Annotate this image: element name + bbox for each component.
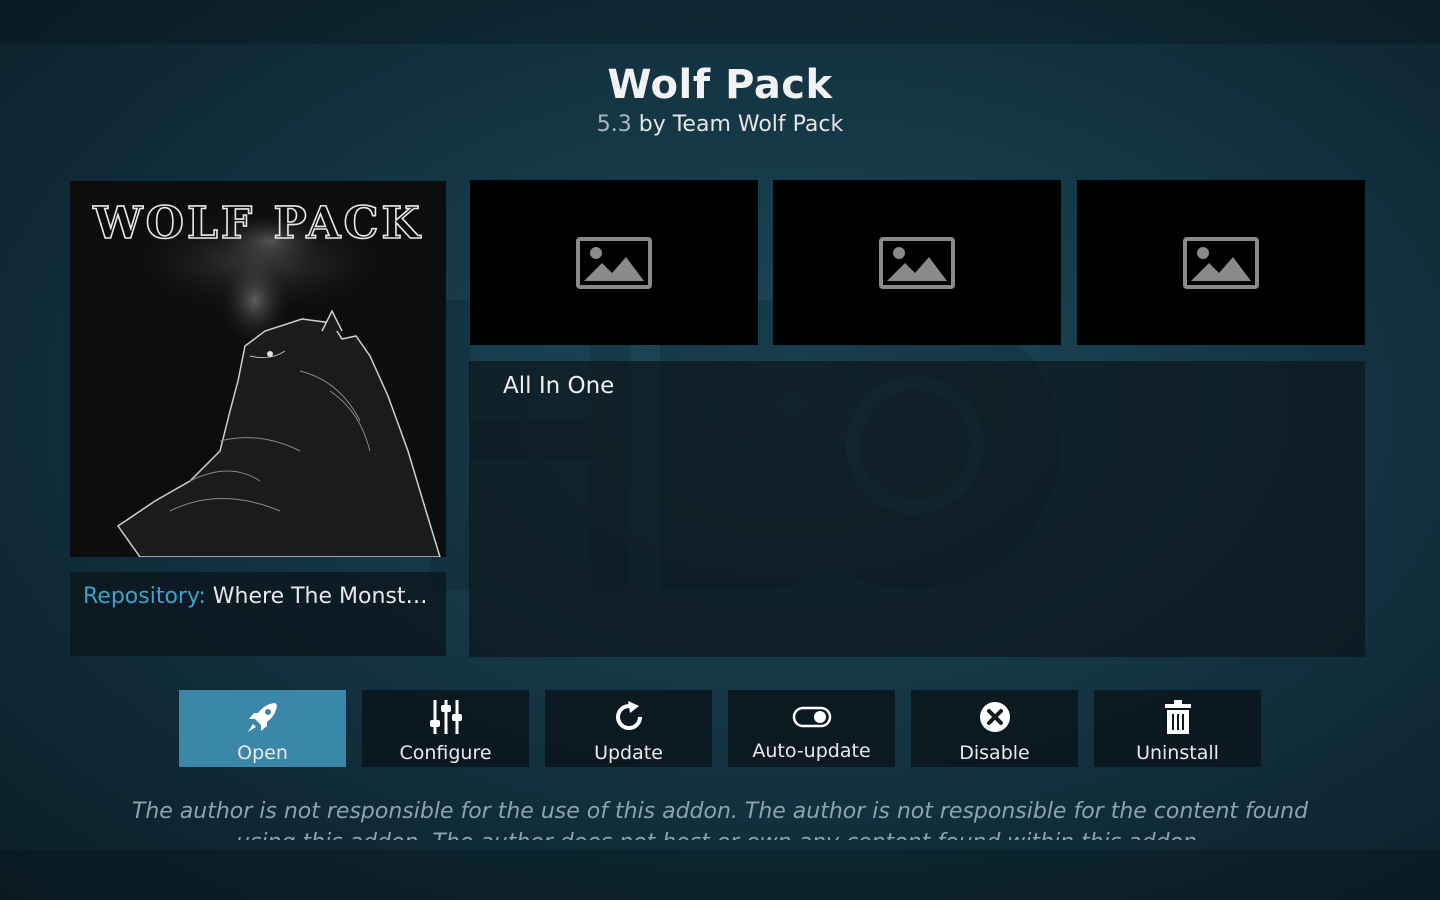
screenshot-1[interactable] bbox=[470, 180, 758, 345]
repository-info: Repository: Where The Monste… bbox=[83, 584, 438, 609]
image-placeholder-icon bbox=[879, 236, 955, 289]
repository-box: Repository: Where The Monste… bbox=[70, 572, 446, 656]
image-placeholder-icon bbox=[1183, 236, 1259, 289]
description-box: All In One bbox=[469, 361, 1365, 657]
bottom-bar bbox=[0, 850, 1440, 900]
uninstall-label: Uninstall bbox=[1136, 742, 1219, 764]
auto-update-label: Auto-update bbox=[752, 740, 871, 762]
repository-value: Where The Monste… bbox=[212, 584, 438, 609]
description-summary: All In One bbox=[503, 373, 615, 399]
refresh-icon bbox=[609, 698, 649, 736]
image-placeholder-icon bbox=[576, 236, 652, 289]
disable-label: Disable bbox=[959, 742, 1030, 764]
update-label: Update bbox=[594, 742, 663, 764]
close-circle-icon bbox=[975, 698, 1015, 736]
rocket-icon bbox=[243, 698, 283, 736]
trash-icon bbox=[1158, 698, 1198, 736]
open-button[interactable]: Open bbox=[179, 690, 346, 767]
open-label: Open bbox=[237, 742, 288, 764]
configure-button[interactable]: Configure bbox=[362, 690, 529, 767]
addon-poster: WOLF PACK bbox=[70, 181, 446, 557]
configure-label: Configure bbox=[399, 742, 492, 764]
addon-author: by Team Wolf Pack bbox=[638, 112, 844, 137]
addon-title: Wolf Pack bbox=[607, 62, 833, 108]
disclaimer-text: The author is not responsible for the us… bbox=[131, 799, 1309, 840]
addon-subtitle: 5.3 by Team Wolf Pack bbox=[0, 112, 1440, 137]
screenshot-2[interactable] bbox=[773, 180, 1061, 345]
update-button[interactable]: Update bbox=[545, 690, 712, 767]
uninstall-button[interactable]: Uninstall bbox=[1094, 690, 1261, 767]
disable-button[interactable]: Disable bbox=[911, 690, 1078, 767]
auto-update-button[interactable]: Auto-update bbox=[728, 690, 895, 767]
addon-version: 5.3 bbox=[596, 112, 632, 137]
toggle-icon bbox=[792, 698, 832, 736]
screenshot-3[interactable] bbox=[1077, 180, 1365, 345]
repository-label: Repository: bbox=[83, 584, 206, 609]
poster-logo-text: WOLF PACK bbox=[92, 198, 423, 249]
top-bar bbox=[0, 0, 1440, 44]
sliders-icon bbox=[426, 698, 466, 736]
